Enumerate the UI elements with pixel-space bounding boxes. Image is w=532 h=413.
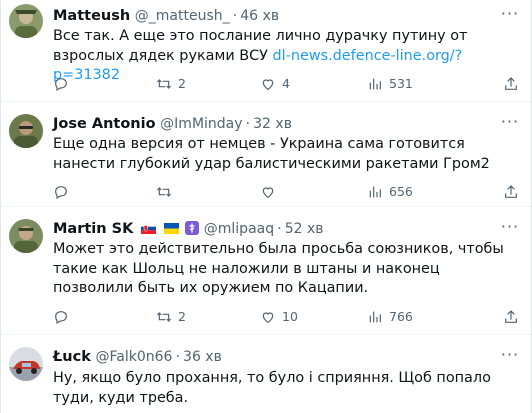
display-name[interactable]: Martin SK xyxy=(53,221,133,237)
slovakia-flag-icon xyxy=(140,223,156,234)
separator-dot: · xyxy=(175,349,181,365)
more-icon[interactable]: ··· xyxy=(499,345,521,365)
like-icon xyxy=(262,79,274,91)
user-handle[interactable]: @Falk0n66 xyxy=(95,349,172,365)
tweet[interactable]: Jose Antonio @ImMinday · 32 хв ··· Еще одн… xyxy=(1,102,531,207)
avatar[interactable] xyxy=(9,4,43,38)
tweet-actions: 2 10 766 xyxy=(53,307,491,327)
like-icon xyxy=(262,187,274,199)
cross-badge-icon xyxy=(185,221,200,235)
retweet-button[interactable] xyxy=(156,182,178,202)
separator-dot: · xyxy=(245,116,251,132)
timestamp[interactable]: 32 хв xyxy=(253,116,292,132)
avatar[interactable] xyxy=(9,219,43,253)
views-count: 656 xyxy=(389,184,413,199)
tweet-actions: 656 xyxy=(53,182,491,202)
like-button[interactable] xyxy=(260,182,282,202)
more-icon[interactable]: ··· xyxy=(499,112,521,132)
retweet-icon xyxy=(156,79,172,89)
reply-button[interactable] xyxy=(53,182,75,202)
views-button[interactable]: 766 xyxy=(367,307,413,327)
reply-icon xyxy=(55,78,67,92)
tweet[interactable]: Martin SK @mlipaaq · 52 хв ··· Может это д… xyxy=(1,207,531,335)
like-count: 4 xyxy=(282,76,290,91)
tweet-text: Ну, якщо було прохання, то було і сприян… xyxy=(53,370,491,406)
retweet-count: 2 xyxy=(178,76,186,91)
tweet-actions: 2 4 531 xyxy=(53,74,491,94)
display-name[interactable]: Matteush xyxy=(53,8,130,24)
more-icon[interactable]: ··· xyxy=(499,217,521,237)
reply-icon xyxy=(55,311,67,325)
tweet[interactable]: Matteush @_matteush_ · 46 хв ··· Все так. … xyxy=(1,0,531,102)
user-handle[interactable]: @mlipaaq xyxy=(204,221,274,237)
user-handle[interactable]: @ImMinday xyxy=(160,116,242,132)
views-icon xyxy=(369,186,381,198)
views-button[interactable]: 531 xyxy=(367,74,413,94)
ukraine-flag-icon xyxy=(163,223,179,234)
tweet[interactable]: Łuck @Falk0n66 · 36 хв ··· Ну, якщо було п… xyxy=(1,335,531,413)
avatar[interactable] xyxy=(9,114,43,148)
retweet-icon xyxy=(156,187,172,197)
like-count: 10 xyxy=(282,309,298,324)
timestamp[interactable]: 52 хв xyxy=(285,221,324,237)
views-count: 531 xyxy=(389,76,413,91)
display-name[interactable]: Jose Antonio xyxy=(53,116,156,132)
share-icon[interactable] xyxy=(503,76,519,92)
user-handle[interactable]: @_matteush_ xyxy=(135,8,230,24)
retweet-icon xyxy=(156,312,172,322)
retweet-button[interactable]: 2 xyxy=(156,307,186,327)
like-button[interactable]: 10 xyxy=(260,307,298,327)
reply-button[interactable] xyxy=(53,74,75,94)
share-icon[interactable] xyxy=(503,184,519,200)
display-name[interactable]: Łuck xyxy=(53,349,91,365)
like-button[interactable]: 4 xyxy=(260,74,290,94)
reply-button[interactable] xyxy=(53,307,75,327)
views-icon xyxy=(369,311,381,323)
like-icon xyxy=(262,312,274,324)
avatar[interactable] xyxy=(9,347,43,381)
separator-dot: · xyxy=(232,8,238,24)
views-count: 766 xyxy=(389,309,413,324)
share-icon[interactable] xyxy=(503,309,519,325)
timestamp[interactable]: 36 хв xyxy=(183,349,222,365)
retweet-button[interactable]: 2 xyxy=(156,74,186,94)
retweet-count: 2 xyxy=(178,309,186,324)
tweet-text: Еще одна версия от немцев - Украина сама… xyxy=(53,136,490,172)
views-button[interactable]: 656 xyxy=(367,182,413,202)
timeline: Matteush @_matteush_ · 46 хв ··· Все так. … xyxy=(0,0,532,413)
more-icon[interactable]: ··· xyxy=(499,4,521,24)
views-icon xyxy=(369,78,381,90)
timestamp[interactable]: 46 хв xyxy=(240,8,279,24)
separator-dot: · xyxy=(277,221,282,237)
tweet-text: Может это действительно была просьба сою… xyxy=(53,241,504,296)
reply-icon xyxy=(55,186,67,200)
